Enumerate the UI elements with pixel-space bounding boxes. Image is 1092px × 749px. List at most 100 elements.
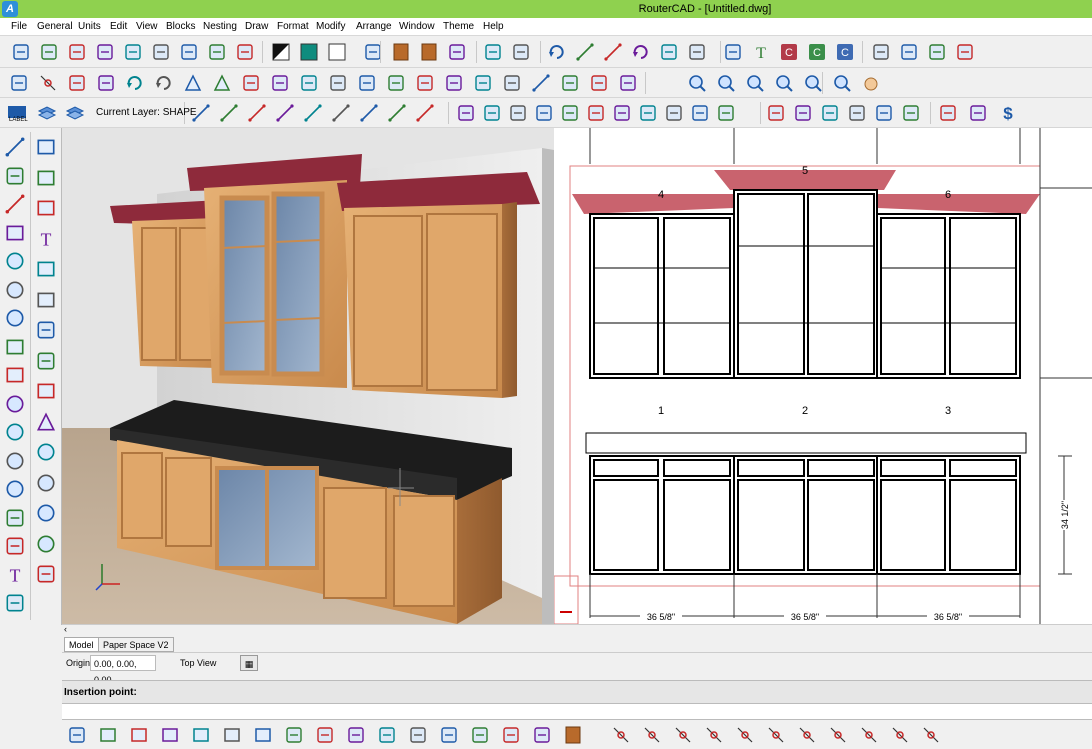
menu-general[interactable]: General <box>37 18 73 36</box>
render-icon[interactable] <box>500 724 522 746</box>
fillet-icon[interactable] <box>385 72 407 94</box>
text-style-icon[interactable]: T <box>750 41 772 63</box>
rect-fill-icon[interactable] <box>33 378 59 404</box>
dim-polyline-icon[interactable] <box>386 102 408 124</box>
cube-right-icon[interactable] <box>190 724 212 746</box>
snap-intersection-icon[interactable] <box>672 724 694 746</box>
move-icon[interactable] <box>66 72 88 94</box>
dim-diameter-icon[interactable] <box>330 102 352 124</box>
tab-paper-space[interactable]: Paper Space V2 <box>98 637 174 652</box>
light-icon[interactable] <box>482 41 504 63</box>
rotate-material-icon[interactable] <box>418 41 440 63</box>
c-red-icon[interactable]: C <box>778 41 800 63</box>
profile-8-icon[interactable] <box>637 102 659 124</box>
chamfer-icon[interactable] <box>414 72 436 94</box>
menu-view[interactable]: View <box>136 18 158 36</box>
tab-model[interactable]: Model <box>64 637 99 652</box>
circle-fill-icon[interactable] <box>33 439 59 465</box>
profile-11-icon[interactable] <box>715 102 737 124</box>
text-icon[interactable]: T <box>2 562 28 588</box>
menu-window[interactable]: Window <box>399 18 435 36</box>
cut-list-icon[interactable] <box>967 102 989 124</box>
ellipse-axis-icon[interactable] <box>2 448 28 474</box>
toolpath-ramp-icon[interactable] <box>900 102 922 124</box>
zoom-out-icon[interactable] <box>715 72 737 94</box>
color-teal-icon[interactable] <box>298 41 320 63</box>
profile-6-icon[interactable] <box>585 102 607 124</box>
menu-format[interactable]: Format <box>277 18 309 36</box>
spline-icon[interactable] <box>2 191 28 217</box>
mirror-copy-icon[interactable] <box>211 72 233 94</box>
axis-icon[interactable] <box>658 41 680 63</box>
profile-2-icon[interactable] <box>481 102 503 124</box>
grid-toggle-icon[interactable]: ▦ <box>240 655 258 671</box>
print-icon[interactable] <box>206 41 228 63</box>
iso-nw-icon[interactable] <box>376 724 398 746</box>
menu-modify[interactable]: Modify <box>316 18 345 36</box>
layers-icon[interactable] <box>36 102 58 124</box>
cabinet-icon[interactable] <box>446 41 468 63</box>
ellipse-fill-icon[interactable] <box>33 500 59 526</box>
array-icon[interactable] <box>269 72 291 94</box>
dimension-chain-icon[interactable] <box>574 41 596 63</box>
color-white-icon[interactable] <box>326 41 348 63</box>
rotate-copy-icon[interactable] <box>153 72 175 94</box>
menu-blocks[interactable]: Blocks <box>166 18 195 36</box>
paste-icon[interactable] <box>178 41 200 63</box>
profile-10-icon[interactable] <box>689 102 711 124</box>
snap-icon[interactable] <box>37 72 59 94</box>
help-icon[interactable] <box>234 41 256 63</box>
extend-icon[interactable] <box>327 72 349 94</box>
snap-none-icon[interactable] <box>889 724 911 746</box>
snap-tangent-icon[interactable] <box>796 724 818 746</box>
box-3d-icon[interactable] <box>2 334 28 360</box>
menu-draw[interactable]: Draw <box>245 18 268 36</box>
view-3d-icon[interactable] <box>469 724 491 746</box>
explode-icon[interactable] <box>559 72 581 94</box>
app-logo-icon[interactable]: A <box>2 1 18 17</box>
dim-angular-icon[interactable] <box>274 102 296 124</box>
snap-quadrant-icon[interactable] <box>765 724 787 746</box>
door-panel-icon[interactable] <box>33 287 59 313</box>
cube-left-icon[interactable] <box>159 724 181 746</box>
snap-endpoint-icon[interactable] <box>610 724 632 746</box>
panel-shelves-icon[interactable] <box>33 165 59 191</box>
move-copy-icon[interactable] <box>95 72 117 94</box>
camera-icon[interactable] <box>510 41 532 63</box>
triangle-icon[interactable] <box>33 409 59 435</box>
circle-3p-icon[interactable] <box>2 419 28 445</box>
quarter-round-icon[interactable] <box>33 470 59 496</box>
new-file-icon[interactable] <box>10 41 32 63</box>
pan-hand-icon[interactable] <box>860 72 882 94</box>
dim-horizontal-icon[interactable] <box>246 102 268 124</box>
menu-file[interactable]: File <box>11 18 27 36</box>
toolpath-up-icon[interactable] <box>819 102 841 124</box>
c-green-icon[interactable]: C <box>806 41 828 63</box>
export-icon[interactable] <box>898 41 920 63</box>
text-block-icon[interactable]: T <box>33 226 59 252</box>
cube-front-icon[interactable] <box>97 724 119 746</box>
snap-center-icon[interactable] <box>734 724 756 746</box>
undo-icon[interactable] <box>546 41 568 63</box>
dim-radius-icon[interactable] <box>358 102 380 124</box>
snap-nearest-icon[interactable] <box>827 724 849 746</box>
viewport-2d-drawing[interactable]: 4 5 6 1 2 3 36 5/8" 36 5/8" 36 5/8" 34 1… <box>554 128 1092 624</box>
rect-rounded-icon[interactable] <box>2 391 28 417</box>
save-icon[interactable] <box>66 41 88 63</box>
measure-icon[interactable] <box>926 41 948 63</box>
dim-arrow-icon[interactable] <box>414 102 436 124</box>
dim-vertical-icon[interactable] <box>218 102 240 124</box>
cut-icon[interactable] <box>122 41 144 63</box>
iso-ne-icon[interactable] <box>345 724 367 746</box>
cost-icon[interactable]: $ <box>997 102 1019 124</box>
color-black-white-icon[interactable] <box>270 41 292 63</box>
profile-9-icon[interactable] <box>663 102 685 124</box>
circle-2p-icon[interactable] <box>2 277 28 303</box>
horizontal-scrollbar[interactable]: ‹ <box>62 624 1092 636</box>
zoom-realtime-icon[interactable] <box>831 72 853 94</box>
open-folder-icon[interactable] <box>38 41 60 63</box>
eraser-icon[interactable] <box>954 41 976 63</box>
dimension-chain-2-icon[interactable] <box>602 41 624 63</box>
insert-image-icon[interactable] <box>2 590 28 616</box>
profile-4-icon[interactable] <box>533 102 555 124</box>
